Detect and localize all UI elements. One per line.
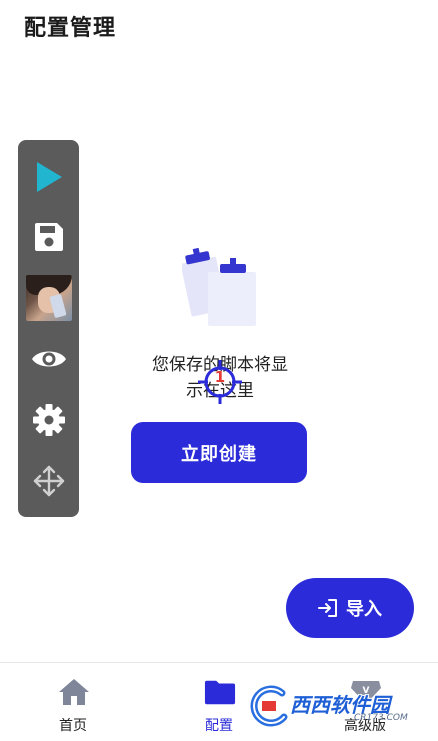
gear-icon <box>32 404 65 436</box>
watermark-subtext: CR173.COM <box>354 713 408 723</box>
crosshair-marker[interactable]: 1 <box>196 358 244 406</box>
eye-icon <box>31 351 66 367</box>
import-button[interactable]: 导入 <box>286 578 414 638</box>
move-icon <box>33 465 64 497</box>
avatar-button[interactable] <box>18 270 79 326</box>
import-icon <box>318 599 337 617</box>
watermark: 西西软件园 CR173.COM <box>246 683 422 729</box>
page-title: 配置管理 <box>24 16 117 41</box>
preview-button[interactable] <box>18 331 79 387</box>
marker-number: 1 <box>214 368 226 386</box>
settings-button[interactable] <box>18 392 79 448</box>
play-button[interactable] <box>18 149 79 205</box>
clipboard-illustration <box>182 248 256 326</box>
move-handle[interactable] <box>18 453 79 509</box>
save-icon <box>34 223 63 251</box>
watermark-logo-icon <box>250 685 288 727</box>
nav-item-home[interactable]: 首页 <box>18 663 128 741</box>
import-label: 导入 <box>346 599 382 620</box>
avatar <box>25 275 72 321</box>
play-icon <box>36 162 62 192</box>
save-button[interactable] <box>18 209 79 265</box>
nav-label-home: 首页 <box>59 718 87 734</box>
floating-toolbar <box>18 140 79 517</box>
home-icon <box>59 679 89 705</box>
folder-icon <box>204 680 236 705</box>
create-now-button[interactable]: 立即创建 <box>131 422 307 483</box>
